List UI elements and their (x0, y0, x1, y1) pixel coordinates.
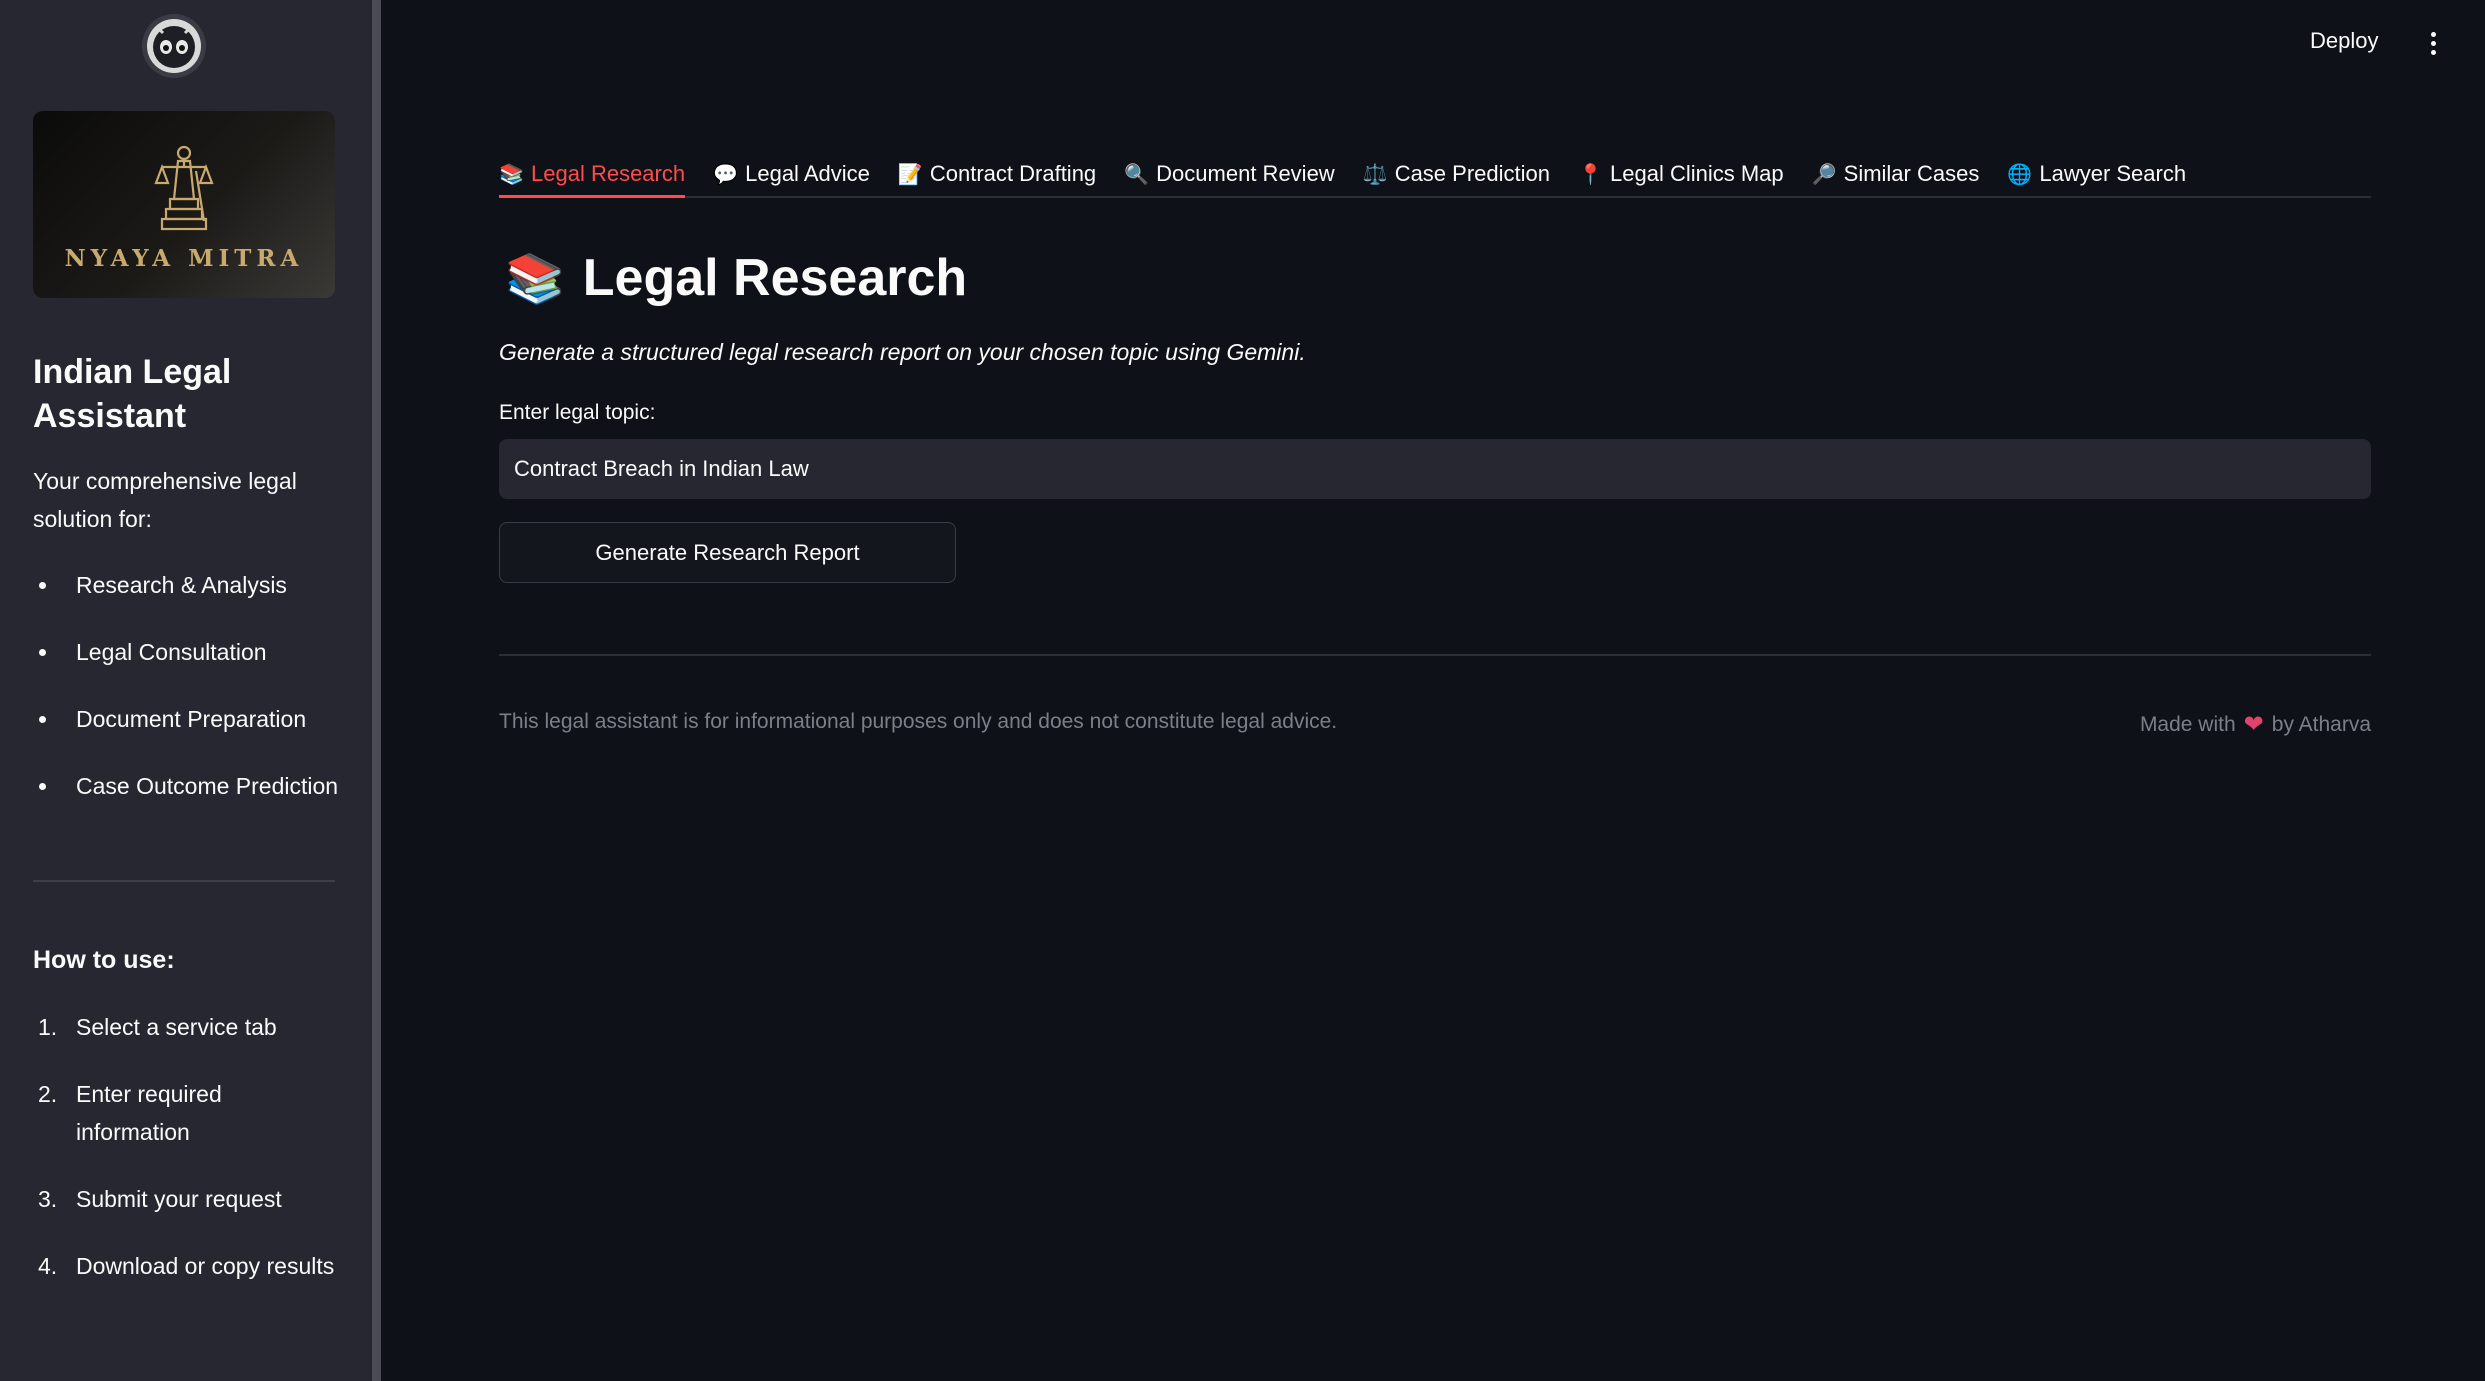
main-menu-icon[interactable] (2425, 28, 2441, 58)
tab-label: Legal Clinics Map (1610, 161, 1784, 186)
lady-justice-icon (154, 145, 214, 231)
step-number: 1. (38, 1014, 58, 1040)
tab-label: Legal Advice (745, 161, 870, 186)
page-title: 📚 Legal Research (505, 248, 967, 308)
tab-legal-clinics-map[interactable]: 📍 Legal Clinics Map (1578, 148, 1784, 196)
magnifier-icon: 🔍 (1124, 163, 1150, 186)
tab-legal-advice[interactable]: 💬 Legal Advice (713, 148, 870, 196)
tab-label: Lawyer Search (2039, 161, 2187, 186)
disclaimer-text: This legal assistant is for informationa… (499, 710, 1338, 733)
page-title-text: Legal Research (582, 249, 968, 307)
generate-report-button[interactable]: Generate Research Report (499, 522, 956, 583)
page-subtitle: Generate a structured legal research rep… (499, 339, 1306, 365)
heart-icon: ❤ (2243, 711, 2264, 738)
tab-contract-drafting[interactable]: 📝 Contract Drafting (898, 148, 1096, 196)
feature-item: Research & Analysis (33, 566, 353, 633)
tab-label: Similar Cases (1843, 161, 1980, 186)
robot-avatar-icon (147, 19, 201, 73)
service-tabs: 📚 Legal Research 💬 Legal Advice 📝 Contra… (499, 148, 2371, 198)
sidebar-resize-handle[interactable] (372, 0, 381, 1381)
feature-list: Research & Analysis Legal Consultation D… (33, 566, 353, 834)
feature-item: Case Outcome Prediction (33, 767, 353, 834)
logo-card: NYAYA MITRA (33, 111, 335, 298)
step-number: 2. (38, 1081, 58, 1107)
feature-item: Document Preparation (33, 700, 353, 767)
tab-label: Contract Drafting (929, 161, 1097, 186)
tab-label: Case Prediction (1394, 161, 1550, 186)
books-icon: 📚 (505, 252, 565, 306)
step-item: 4. Download or copy results (33, 1247, 353, 1285)
step-item: 3. Submit your request (33, 1180, 353, 1218)
tab-lawyer-search[interactable]: 🌐 Lawyer Search (2007, 148, 2186, 196)
author-text: by Atharva (2271, 712, 2371, 736)
sidebar-divider (33, 880, 335, 882)
step-text: Submit your request (76, 1186, 282, 1212)
step-text: Select a service tab (76, 1014, 277, 1040)
legal-topic-input[interactable] (499, 439, 2371, 499)
step-item: 1. Select a service tab (33, 1008, 353, 1046)
magnifier-right-icon: 🔎 (1811, 163, 1837, 186)
logo-text: NYAYA MITRA (64, 245, 304, 272)
app-title: Indian Legal Assistant (33, 353, 232, 435)
speech-bubble-icon: 💬 (713, 163, 739, 186)
step-text: Download or copy results (76, 1253, 335, 1279)
step-number: 4. (38, 1253, 58, 1279)
pin-icon: 📍 (1578, 163, 1603, 186)
memo-icon: 📝 (897, 163, 923, 186)
globe-icon: 🌐 (2007, 163, 2033, 186)
avatar[interactable] (142, 14, 206, 78)
credit: Made with ❤ by Atharva (2140, 710, 2371, 739)
made-with-text: Made with (2139, 712, 2236, 736)
step-item: 2. Enter required information (33, 1075, 233, 1151)
howto-title: How to use: (33, 946, 175, 974)
topic-label: Enter legal topic: (499, 401, 656, 424)
howto-steps: 1. Select a service tab 2. Enter required … (33, 1008, 353, 1314)
sidebar: NYAYA MITRA Indian Legal Assistant Your … (0, 0, 372, 1381)
tab-document-review[interactable]: 🔍 Document Review (1124, 148, 1335, 196)
tab-label: Legal Research (531, 161, 686, 186)
deploy-button[interactable]: Deploy (2310, 28, 2378, 54)
app-description: Your comprehensive legal solution for: (33, 468, 297, 532)
scales-icon: ⚖️ (1362, 163, 1388, 186)
tab-legal-research[interactable]: 📚 Legal Research (499, 148, 686, 198)
books-icon: 📚 (499, 163, 524, 186)
tab-label: Document Review (1156, 161, 1335, 186)
tab-similar-cases[interactable]: 🔎 Similar Cases (1812, 148, 1980, 196)
content-divider (499, 654, 2371, 656)
feature-item: Legal Consultation (33, 633, 353, 700)
step-number: 3. (38, 1186, 58, 1212)
tab-case-prediction[interactable]: ⚖️ Case Prediction (1363, 148, 1550, 196)
step-text: Enter required information (76, 1081, 222, 1145)
